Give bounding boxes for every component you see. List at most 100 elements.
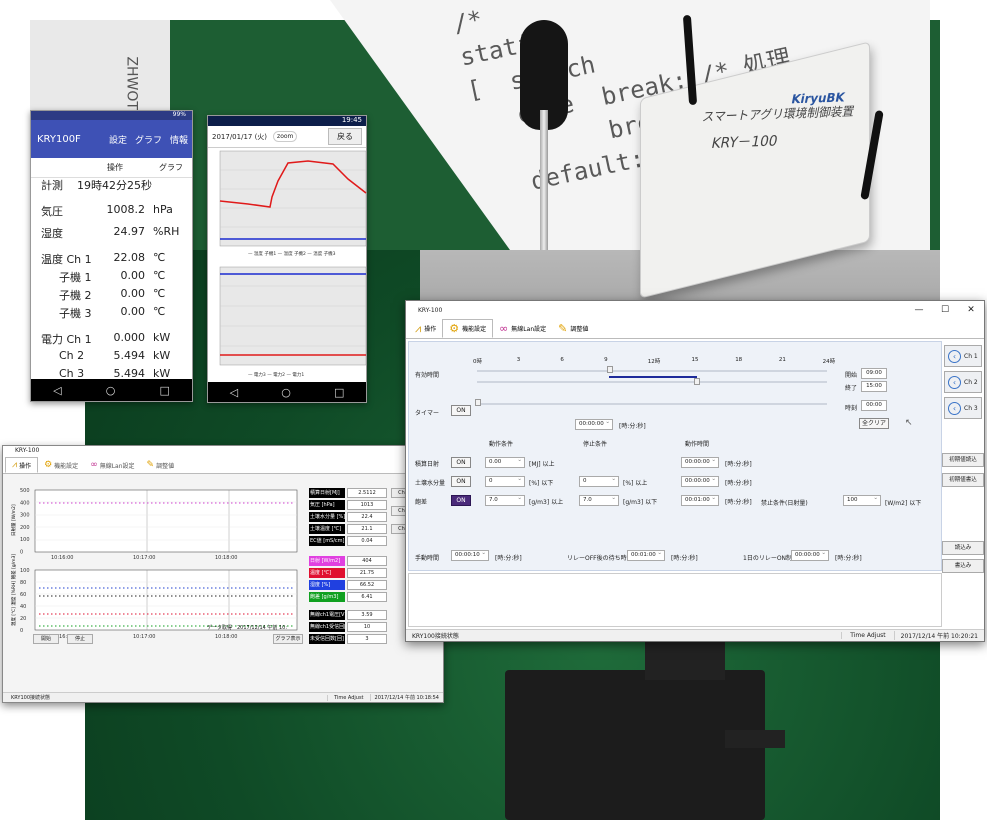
- duration-select[interactable]: 00:00:00: [681, 456, 719, 468]
- sensor-key: 未受信回数[回]: [309, 634, 345, 644]
- x-tick-label: 10:18:00: [215, 634, 237, 640]
- row-unit: ℃: [153, 269, 166, 282]
- tab-operation[interactable]: ⩘ 操作: [409, 319, 442, 338]
- action-select[interactable]: 0.00: [485, 456, 525, 468]
- relay-wait-select[interactable]: 00:01:00: [627, 549, 665, 561]
- duration-select[interactable]: 00:01:00: [681, 494, 719, 506]
- stop-button[interactable]: 停止: [67, 634, 93, 644]
- manual-time-select[interactable]: 00:00:10: [451, 549, 489, 561]
- tab-function-settings[interactable]: ⚙ 機能設定: [38, 457, 84, 473]
- sensor-key: 無線ch1受信回[s]: [309, 622, 345, 632]
- back-icon[interactable]: ◁: [230, 386, 238, 399]
- x-tick-label: 10:18:00: [215, 555, 237, 561]
- row-unit: ℃: [153, 251, 166, 264]
- timer-slider-thumb[interactable]: [475, 399, 481, 406]
- timer-duration-select[interactable]: 00:00:00: [575, 418, 613, 430]
- end-slider-thumb[interactable]: [694, 378, 700, 385]
- duration-select[interactable]: 00:00:00: [681, 475, 719, 487]
- write-defaults-button[interactable]: 初期値書込: [942, 473, 984, 487]
- tab-function-settings[interactable]: ⚙ 機能設定: [442, 319, 494, 338]
- timer-label: タイマー: [415, 410, 440, 417]
- maximize-icon[interactable]: ☐: [932, 305, 958, 315]
- time-adjust-button[interactable]: Time Adjust: [841, 632, 893, 639]
- menu-info[interactable]: 情報: [170, 133, 188, 146]
- zoom-button[interactable]: zoom: [273, 131, 298, 142]
- end-time-field[interactable]: 15:00: [861, 381, 887, 392]
- graph-area: — 温度 子機1 — 温度 子機2 — 温度 子機3 — 電力3 — 電力2 —…: [219, 150, 367, 378]
- recents-icon[interactable]: □: [160, 384, 170, 397]
- action-select[interactable]: 7.0: [485, 494, 525, 506]
- ch2-button[interactable]: ‹ Ch 2: [944, 371, 982, 393]
- duration-unit: [時:分:秒]: [725, 499, 752, 506]
- condition-on-button[interactable]: ON: [451, 457, 471, 468]
- col-stop: 停止条件: [583, 441, 608, 448]
- pc-function-settings-window: KRY-100 — ☐ ✕ ⩘ 操作 ⚙ 機能設定 ∞ 無線Lan設定 ✎ 調整値 0時…: [405, 300, 985, 642]
- y-tick-label: 80: [20, 580, 26, 586]
- manual-time-label: 手動時間: [415, 555, 440, 562]
- y-tick-label: 400: [20, 500, 30, 506]
- wrench-icon: ✎: [146, 460, 155, 470]
- stop-select[interactable]: 0: [579, 475, 619, 487]
- timer-on-button[interactable]: ON: [451, 405, 471, 416]
- read-button[interactable]: 読込み: [942, 541, 984, 555]
- graph-date: 2017/01/17 (火): [212, 132, 268, 141]
- write-button[interactable]: 書込み: [942, 559, 984, 573]
- daily-limit-select[interactable]: 00:00:00: [791, 549, 829, 561]
- home-icon[interactable]: ○: [281, 386, 291, 399]
- side-buttons: ‹ Ch 1 ‹ Ch 2 ‹ Ch 3 初期値読込 初期値書込 読込み 書込み: [942, 341, 984, 631]
- timer-time-field[interactable]: 00:00: [861, 400, 887, 411]
- tab-graph[interactable]: グラフ: [159, 162, 183, 173]
- timer-track: [477, 403, 827, 405]
- measurement-row: 計測 19時42分25秒: [41, 177, 191, 192]
- stop-select[interactable]: 7.0: [579, 494, 619, 506]
- sensor-row: 湿度 [%] 66.52: [309, 580, 387, 590]
- ch3-button[interactable]: ‹ Ch 3: [944, 397, 982, 419]
- home-icon[interactable]: ○: [106, 384, 116, 397]
- row-unit: %RH: [153, 225, 180, 238]
- tab-bar: ⩘ 操作 ⚙ 機能設定 ∞ 無線Lan設定 ✎ 調整値: [3, 456, 443, 474]
- data-time: 2017/12/14 午前 10:: [237, 625, 288, 631]
- close-icon[interactable]: ✕: [958, 305, 984, 315]
- ban-select[interactable]: 100: [843, 494, 881, 506]
- tab-operation[interactable]: 操作: [107, 162, 123, 173]
- start-slider-thumb[interactable]: [607, 366, 613, 373]
- y-ticks: 5004003002001000100806040200: [20, 488, 30, 634]
- sensor-value: 1013: [347, 500, 387, 510]
- tab-adjust[interactable]: ✎ 調整値: [552, 319, 594, 338]
- gear-icon: ⚙: [449, 322, 460, 335]
- sensor-row: 無線ch1受信回[s]10: [309, 622, 387, 632]
- cursor-icon: ↖: [905, 418, 913, 428]
- measurement-row: 湿度 24.97 %RH: [41, 225, 191, 240]
- sensor-value: 22.4: [347, 512, 387, 522]
- gear-icon: ⚙: [44, 460, 53, 470]
- start-time-field[interactable]: 09:00: [861, 368, 887, 379]
- action-select[interactable]: 0: [485, 475, 525, 487]
- tab-wireless-lan[interactable]: ∞ 無線Lan設定: [493, 319, 552, 338]
- recents-icon[interactable]: □: [334, 386, 344, 399]
- y-tick-label: 40: [20, 604, 26, 610]
- stop-unit: [g/m3] 以下: [623, 499, 658, 506]
- row-unit: kW: [153, 349, 171, 362]
- menu-settings[interactable]: 設定: [109, 133, 127, 146]
- menu-graph[interactable]: グラフ: [135, 133, 162, 146]
- start-button[interactable]: 開始: [33, 634, 59, 644]
- load-defaults-button[interactable]: 初期値読込: [942, 453, 984, 467]
- back-icon[interactable]: ◁: [53, 384, 61, 397]
- status-bar: KRY100接続状態 Time Adjust 2017/12/14 午前 10:…: [406, 629, 984, 641]
- tab-operation[interactable]: ⩘ 操作: [5, 457, 39, 473]
- ch1-button[interactable]: ‹ Ch 1: [944, 345, 982, 367]
- tab-adjust[interactable]: ✎ 調整値: [141, 457, 181, 473]
- link-icon: ∞: [499, 322, 509, 335]
- sensor-value: 3.59: [347, 610, 387, 620]
- y-tick-label: 500: [20, 488, 30, 494]
- sensor-key: 飽差 [g/m3]: [309, 592, 345, 602]
- condition-on-button[interactable]: ON: [451, 476, 471, 487]
- sensor-value: 10: [347, 622, 387, 632]
- clear-all-button[interactable]: 全クリア: [859, 418, 889, 429]
- condition-on-button[interactable]: ON: [451, 495, 471, 506]
- back-button[interactable]: 戻る: [328, 128, 362, 145]
- time-adjust-button[interactable]: Time Adjust: [327, 694, 369, 701]
- graph-button[interactable]: グラフ表示: [273, 634, 303, 644]
- tab-wireless-lan[interactable]: ∞ 無線Lan設定: [84, 457, 140, 473]
- minimize-icon[interactable]: —: [906, 305, 932, 315]
